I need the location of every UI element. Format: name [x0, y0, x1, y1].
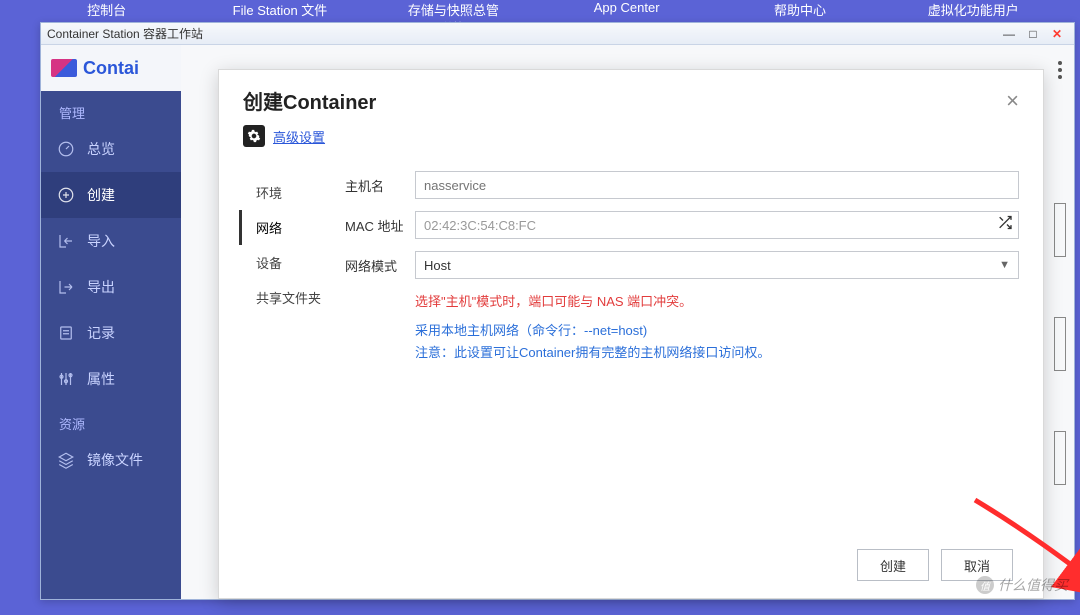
window-maximize-button[interactable]: □	[1022, 27, 1044, 41]
network-mode-value: Host	[424, 258, 451, 273]
sidebar-item-label: 记录	[87, 323, 115, 343]
create-container-dialog: 创建Container × 高级设置 环境 网络 设备 共享文件夹 主机名	[218, 69, 1044, 599]
create-button[interactable]: 创建	[857, 549, 929, 581]
logo-text: Contai	[83, 58, 139, 79]
sliders-icon	[57, 370, 75, 388]
export-icon	[57, 278, 75, 296]
watermark: 值 什么值得买	[976, 575, 1068, 595]
hostname-label: 主机名	[345, 176, 415, 195]
sidebar-item-label: 总览	[87, 139, 115, 159]
sidebar-item-label: 导入	[87, 231, 115, 251]
sidebar-item-label: 导出	[87, 277, 115, 297]
tab-shared-folder[interactable]: 共享文件夹	[239, 280, 339, 315]
mac-input[interactable]	[415, 211, 1019, 239]
watermark-icon: 值	[976, 576, 994, 594]
info-text-1: 采用本地主机网络（命令行：--net=host)	[415, 320, 1019, 342]
topbar-item[interactable]: App Center	[540, 0, 713, 15]
sidebar-item-export[interactable]: 导出	[41, 264, 181, 310]
app-window: Container Station 容器工作站 — □ ✕ Contai 管理 …	[40, 22, 1075, 600]
window-close-button[interactable]: ✕	[1046, 27, 1068, 41]
window-title: Container Station 容器工作站	[47, 25, 203, 42]
sidebar-section-manage: 管理	[41, 91, 181, 126]
topbar-item[interactable]: 帮助中心	[713, 0, 886, 19]
logo-icon	[51, 59, 77, 77]
advanced-settings-link[interactable]: 高级设置	[273, 127, 325, 146]
topbar-item[interactable]: 控制台	[20, 0, 193, 19]
sidebar-item-preferences[interactable]: 属性	[41, 356, 181, 402]
sidebar-item-images[interactable]: 镜像文件	[41, 437, 181, 483]
shuffle-icon[interactable]	[997, 215, 1013, 236]
sidebar-section-resource: 资源	[41, 402, 181, 437]
advanced-settings-row: 高级设置	[243, 125, 325, 147]
desktop-topbar: 控制台 File Station 文件 存储与快照总管总管 App Center…	[0, 0, 1080, 22]
layers-icon	[57, 451, 75, 469]
dialog-close-button[interactable]: ×	[1006, 90, 1019, 112]
right-gutter	[1050, 55, 1070, 589]
import-icon	[57, 232, 75, 250]
topbar-item[interactable]: 虚拟化功能用户	[887, 0, 1060, 19]
topbar-item[interactable]: File Station 文件	[193, 0, 366, 19]
warning-text: 选择"主机"模式时，端口可能与 NAS 端口冲突。	[415, 291, 1019, 310]
dialog-title: 创建Container	[243, 86, 376, 115]
network-mode-select[interactable]: Host ▼	[415, 251, 1019, 279]
network-mode-label: 网络模式	[345, 256, 415, 275]
sidebar: Contai 管理 总览 创建 导入 导出 记录	[41, 45, 181, 599]
sidebar-item-import[interactable]: 导入	[41, 218, 181, 264]
window-minimize-button[interactable]: —	[998, 27, 1020, 41]
sidebar-item-label: 镜像文件	[87, 450, 143, 470]
sidebar-item-create[interactable]: 创建	[41, 172, 181, 218]
tab-device[interactable]: 设备	[239, 245, 339, 280]
sidebar-item-log[interactable]: 记录	[41, 310, 181, 356]
tab-environment[interactable]: 环境	[239, 175, 339, 210]
mac-label: MAC 地址	[345, 216, 415, 235]
window-titlebar[interactable]: Container Station 容器工作站 — □ ✕	[41, 23, 1074, 45]
settings-tabs: 环境 网络 设备 共享文件夹	[239, 125, 339, 544]
doc-icon	[57, 324, 75, 342]
sidebar-item-label: 创建	[87, 185, 115, 205]
gear-icon	[243, 125, 265, 147]
hostname-input[interactable]	[415, 171, 1019, 199]
sidebar-item-label: 属性	[87, 369, 115, 389]
network-form: 主机名 MAC 地址 网络模式 Hos	[339, 125, 1023, 544]
sidebar-item-overview[interactable]: 总览	[41, 126, 181, 172]
plus-circle-icon	[57, 186, 75, 204]
info-text-2: 注意：此设置可让Container拥有完整的主机网络接口访问权。	[415, 342, 1019, 364]
gauge-icon	[57, 140, 75, 158]
chevron-down-icon: ▼	[999, 259, 1010, 271]
tab-network[interactable]: 网络	[239, 210, 339, 245]
app-logo: Contai	[41, 45, 181, 91]
